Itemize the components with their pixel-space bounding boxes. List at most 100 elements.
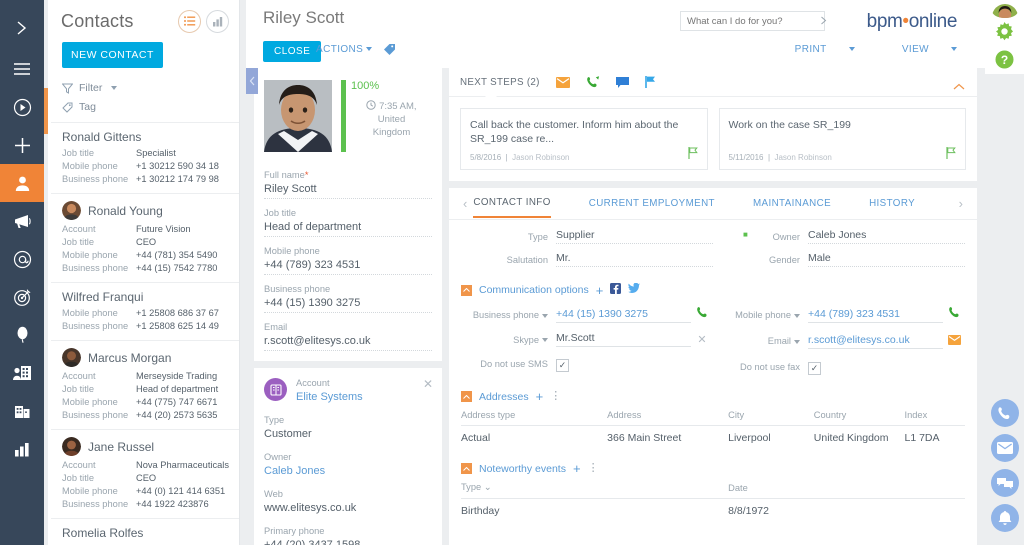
owner-link[interactable]: Caleb Jones [808,229,965,244]
field-value[interactable]: Riley Scott [264,180,432,199]
print-menu[interactable]: PRINT [773,44,855,55]
owner-link[interactable]: Caleb Jones [264,462,432,480]
list-item[interactable]: Ronald Gittens Job title Specialist Mobil… [51,122,239,193]
noteworthy-events-title[interactable]: Noteworthy events [479,463,566,475]
accounts-icon[interactable] [0,354,44,392]
field-value[interactable]: +44 (15) 1390 3275 [264,294,432,313]
phone-green-icon[interactable] [691,306,713,324]
field-value[interactable]: +44 (789) 323 4531 [808,308,943,323]
field-value[interactable]: Head of department [264,218,432,237]
table-row[interactable]: Birthday 8/8/1972 [461,499,965,524]
field-value[interactable]: Mr.Scott [556,332,691,347]
field-value[interactable]: +44 (15) 1390 3275 [556,308,691,323]
phone-icon[interactable] [990,399,1019,427]
chevron-left-icon[interactable]: ‹ [457,196,473,211]
addresses-title[interactable]: Addresses [479,391,529,403]
megaphone-icon[interactable] [0,202,44,240]
list-item[interactable]: Wilfred Franqui Mobile phone +1 25808 686… [51,282,239,340]
field-value[interactable]: r.scott@elitesys.co.uk [264,332,432,351]
bpmonline-logo[interactable]: bpm•online [867,11,958,33]
column-header[interactable]: Address type [461,410,608,426]
collapse-toggle-icon[interactable] [461,463,472,474]
kebab-menu-icon[interactable]: ⋮ [588,463,599,474]
chevron-down-icon[interactable] [794,339,800,344]
flag-outline-icon[interactable] [946,146,956,164]
filter-button[interactable]: Filter [62,82,239,94]
sidebar-item-contacts[interactable] [0,164,44,202]
chart-view-icon[interactable] [206,10,229,33]
collapse-toggle-icon[interactable] [461,391,472,402]
list-item[interactable]: Ronald Young Account Future Vision Job ti… [51,193,239,282]
close-icon[interactable]: ✕ [423,377,433,391]
close-button[interactable]: CLOSE [263,41,322,62]
next-step-card[interactable]: Call back the customer. Inform him about… [460,108,708,170]
plus-icon[interactable]: + [536,390,544,403]
column-header[interactable]: Country [813,410,905,426]
building-icon[interactable] [0,392,44,430]
bell-icon[interactable] [990,504,1019,532]
do-not-use-sms-checkbox[interactable]: ✓ [556,359,569,372]
search-box[interactable] [680,11,828,31]
kebab-menu-icon[interactable]: ⋮ [550,391,561,402]
column-header[interactable]: City [728,410,814,426]
close-icon[interactable]: ✕ [691,333,713,346]
chevron-down-icon[interactable] [542,338,548,343]
field-value[interactable]: r.scott@elitesys.co.uk [808,334,943,349]
plus-icon[interactable] [0,126,44,164]
play-icon[interactable] [0,88,44,126]
account-link[interactable]: Elite Systems [296,388,432,406]
balloon-icon[interactable] [0,316,44,354]
twitter-icon[interactable] [628,281,641,299]
chevron-down-icon[interactable] [794,313,800,318]
chat-icon[interactable] [990,469,1019,497]
gear-icon[interactable] [995,22,1014,46]
contacts-scrollbar[interactable] [44,0,48,545]
table-row[interactable]: Actual 366 Main Street Liverpool United … [461,426,965,451]
plus-icon[interactable]: + [573,462,581,475]
view-menu[interactable]: VIEW [880,44,957,55]
column-header[interactable]: Type ⌄ [461,482,729,499]
list-item[interactable]: Marcus Morgan Account Merseyside Trading … [51,340,239,429]
email-icon[interactable] [555,76,570,88]
field-value[interactable]: +44 (789) 323 4531 [264,256,432,275]
help-icon[interactable]: ? [995,50,1014,74]
field-value[interactable]: Male [808,252,965,267]
user-avatar[interactable] [991,4,1018,18]
tag-icon[interactable] [383,42,396,60]
tag-button[interactable]: Tag [62,101,239,113]
actions-menu[interactable]: ACTIONS [316,44,373,55]
chevron-right-icon[interactable]: › [953,196,969,211]
chevron-right-icon[interactable] [819,12,828,30]
email-orange-icon[interactable] [943,332,965,350]
list-item[interactable]: Romelia Rolfes Mobile phone+1 32187 974 … [51,518,239,545]
menu-icon[interactable] [0,50,44,88]
target-icon[interactable] [0,278,44,316]
search-input[interactable] [687,15,819,27]
flag-outline-icon[interactable] [687,146,698,164]
chevron-up-icon[interactable] [953,77,965,95]
chevron-down-icon[interactable]: ⌄ [484,482,492,492]
field-value[interactable]: Supplier [556,229,713,244]
communication-options-title[interactable]: Communication options [479,284,589,296]
column-header[interactable]: Address [607,410,729,426]
do-not-use-fax-checkbox[interactable]: ✓ [808,362,821,375]
expand-chevron-icon[interactable] [0,6,44,50]
column-header[interactable]: Index [904,410,965,426]
chart-bar-icon[interactable] [0,430,44,468]
flag-icon[interactable] [644,76,656,88]
column-header[interactable]: Date [728,482,965,499]
chevron-down-icon[interactable] [542,313,548,318]
list-view-icon[interactable] [178,10,201,33]
tab-history[interactable]: HISTORY [869,198,915,217]
at-icon[interactable] [0,240,44,278]
next-step-card[interactable]: Work on the case SR_199 5/11/2016 | Jaso… [718,108,966,170]
collapse-panel-button[interactable] [246,68,258,94]
tab-current-employment[interactable]: CURRENT EMPLOYMENT [589,198,715,217]
phone-call-icon[interactable] [586,75,600,89]
new-contact-button[interactable]: NEW CONTACT [62,42,163,68]
plus-icon[interactable]: + [596,284,604,297]
phone-green-icon[interactable] [943,306,965,324]
message-icon[interactable] [615,76,629,88]
email-icon[interactable] [990,434,1019,462]
tab-contact-info[interactable]: CONTACT INFO [473,197,551,218]
